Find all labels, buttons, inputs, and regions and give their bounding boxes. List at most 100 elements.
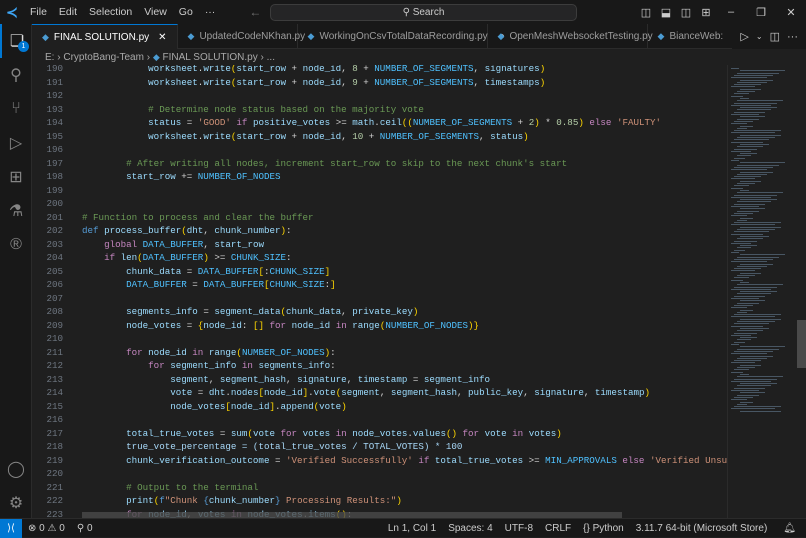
settings-gear-icon[interactable]: ⚙ (0, 486, 32, 520)
minimap-line (737, 357, 767, 359)
line-number: 216 (46, 414, 63, 425)
account-icon[interactable]: ◯ (0, 452, 32, 486)
more-actions-icon[interactable]: ··· (787, 31, 798, 43)
code-line[interactable]: 216 (32, 413, 727, 427)
code-line[interactable]: 201 # Function to process and clear the b… (32, 211, 727, 225)
code-line[interactable]: 195 worksheet.write(start_row + node_id,… (32, 130, 727, 144)
code-line[interactable]: 219 chunk_verification_outcome = 'Verifi… (32, 454, 727, 468)
minimize-button[interactable]: – (716, 6, 746, 18)
breadcrumb-drive[interactable]: E: (45, 52, 54, 63)
code-line[interactable]: 209 node_votes = {node_id: [] for node_i… (32, 319, 727, 333)
code-line[interactable]: 220 (32, 467, 727, 481)
code-line[interactable]: 190 worksheet.write(start_row + node_id,… (32, 65, 727, 76)
language-mode[interactable]: {} Python (577, 523, 630, 534)
code-line[interactable]: 198 start_row += NUMBER_OF_NODES (32, 170, 727, 184)
code-line[interactable]: 205 chunk_data = DATA_BUFFER[:CHUNK_SIZE… (32, 265, 727, 279)
tab-biance[interactable]: ◆ BianceWeb: (648, 24, 735, 49)
code-line[interactable]: 208 segments_info = segment_data(chunk_d… (32, 305, 727, 319)
remote-indicator-icon[interactable]: ⟩⟨ (0, 518, 22, 538)
code-line[interactable]: 212 for segment_info in segments_info: (32, 359, 727, 373)
breadcrumb-file[interactable]: FINAL SOLUTION.py (163, 52, 258, 63)
command-center-search[interactable]: ⚲ Search (270, 4, 577, 21)
menu-view[interactable]: View (138, 6, 173, 18)
code-line[interactable]: 204 if len(DATA_BUFFER) >= CHUNK_SIZE: (32, 251, 727, 265)
notifications-bell-icon[interactable]: 🔔︎ (773, 523, 806, 534)
python-file-icon: ◆ (307, 31, 315, 41)
breadcrumb-folder[interactable]: CryptoBang-Team (63, 52, 144, 63)
vertical-scrollbar-thumb[interactable] (797, 320, 806, 368)
code-editor[interactable]: 190 worksheet.write(start_row + node_id,… (32, 65, 727, 518)
restore-button[interactable]: ❐ (746, 6, 776, 19)
code-line[interactable]: 194 status = 'GOOD' if positive_votes >=… (32, 116, 727, 130)
menu-go[interactable]: Go (173, 6, 199, 18)
activity-bar: ❏ 1 ⚲ ⑂ ▷ ⊞ ⚗ ® ◯ ⚙ (0, 24, 32, 518)
code-line[interactable]: 213 segment, segment_hash, signature, ti… (32, 373, 727, 387)
code-line[interactable]: 196 (32, 143, 727, 157)
ports-indicator[interactable]: ⚲ 0 (71, 523, 99, 534)
search-view-icon[interactable]: ⚲ (0, 58, 32, 92)
problems-indicator[interactable]: ⊗ 0 ⚠ 0 (22, 523, 71, 534)
tab-working-on-csv[interactable]: ◆ WorkingOnCsvTotalDataRecording.py ● (298, 24, 505, 49)
code-line[interactable]: 214 vote = dht.nodes[node_id].vote(segme… (32, 386, 727, 400)
code-line[interactable]: 197 # After writing all nodes, increment… (32, 157, 727, 171)
run-debug-icon[interactable]: ▷ (0, 126, 32, 160)
toggle-panel-icon[interactable]: ⬓ (656, 6, 676, 19)
minimap-line (734, 194, 777, 196)
customize-layout-icon[interactable]: ⊞ (696, 6, 716, 19)
testing-icon[interactable]: ⚗ (0, 194, 32, 228)
minimap-line (734, 231, 769, 233)
minimap-line (737, 348, 779, 350)
explorer-icon[interactable]: ❏ 1 (0, 24, 32, 58)
tab-final-solution[interactable]: ◆ FINAL SOLUTION.py ✕ (32, 24, 178, 49)
code-line[interactable]: 193 # Determine node status based on the… (32, 103, 727, 117)
tab-openmesh[interactable]: ◆ OpenMeshWebsocketTesting.py (488, 24, 653, 49)
code-line[interactable]: 207 (32, 292, 727, 306)
code-line[interactable]: 211 for node_id in range(NUMBER_OF_NODES… (32, 346, 727, 360)
encoding[interactable]: UTF-8 (499, 523, 539, 534)
code-text: def process_buffer(dht, chunk_number): (82, 225, 292, 236)
tab-updated-code[interactable]: ◆ UpdatedCodeNKhan.py (178, 24, 305, 49)
warning-icon: ⚠ (47, 522, 57, 534)
menu-edit[interactable]: Edit (53, 6, 83, 18)
cursor-position[interactable]: Ln 1, Col 1 (382, 523, 442, 534)
error-count: 0 (39, 522, 45, 534)
toggle-sidebar-icon[interactable]: ◫ (636, 6, 656, 19)
line-number: 191 (46, 76, 63, 88)
code-text: if len(DATA_BUFFER) >= CHUNK_SIZE: (104, 252, 292, 263)
minimap-line (734, 314, 781, 316)
code-line[interactable]: 199 (32, 184, 727, 198)
remote-explorer-icon[interactable]: ® (0, 228, 32, 262)
indentation[interactable]: Spaces: 4 (442, 523, 498, 534)
code-line[interactable]: 202 def process_buffer(dht, chunk_number)… (32, 224, 727, 238)
line-ending[interactable]: CRLF (539, 523, 577, 534)
breadcrumb-symbol[interactable]: ... (267, 52, 275, 63)
back-arrow-icon[interactable]: ← (249, 5, 269, 19)
minimap[interactable] (727, 65, 795, 518)
menu-selection[interactable]: Selection (83, 6, 138, 18)
code-line[interactable]: 215 node_votes[node_id].append(vote) (32, 400, 727, 414)
close-tab-icon[interactable]: ✕ (158, 32, 166, 43)
split-editor-icon[interactable]: ◫ (770, 30, 780, 43)
source-control-icon[interactable]: ⑂ (0, 92, 32, 126)
code-line[interactable]: 203 global DATA_BUFFER, start_row (32, 238, 727, 252)
code-line[interactable]: 218 true_vote_percentage = (total_true_v… (32, 440, 727, 454)
extensions-icon[interactable]: ⊞ (0, 160, 32, 194)
code-line[interactable]: 221 # Output to the terminal (32, 481, 727, 495)
code-line[interactable]: 192 (32, 89, 727, 103)
minimap-line (740, 364, 761, 366)
close-window-button[interactable]: ✕ (776, 6, 806, 19)
menu-more[interactable]: ··· (199, 6, 222, 18)
chevron-down-icon[interactable]: ⌄ (756, 32, 763, 41)
code-line[interactable]: 206 DATA_BUFFER = DATA_BUFFER[CHUNK_SIZE… (32, 278, 727, 292)
minimap-line (734, 111, 765, 113)
toggle-secondary-sidebar-icon[interactable]: ◫ (676, 6, 696, 19)
code-line[interactable]: 210 (32, 332, 727, 346)
run-file-icon[interactable]: ▷ (740, 30, 748, 43)
code-line[interactable]: 200 (32, 197, 727, 211)
python-interpreter[interactable]: 3.11.7 64-bit (Microsoft Store) (630, 523, 774, 534)
menu-file[interactable]: File (24, 6, 53, 18)
code-line[interactable]: 217 total_true_votes = sum(vote for vote… (32, 427, 727, 441)
code-line[interactable]: 191 worksheet.write(start_row + node_id,… (32, 76, 727, 90)
code-line[interactable]: 222 print(f"Chunk {chunk_number} Process… (32, 494, 727, 508)
vertical-scrollbar[interactable] (795, 65, 806, 518)
